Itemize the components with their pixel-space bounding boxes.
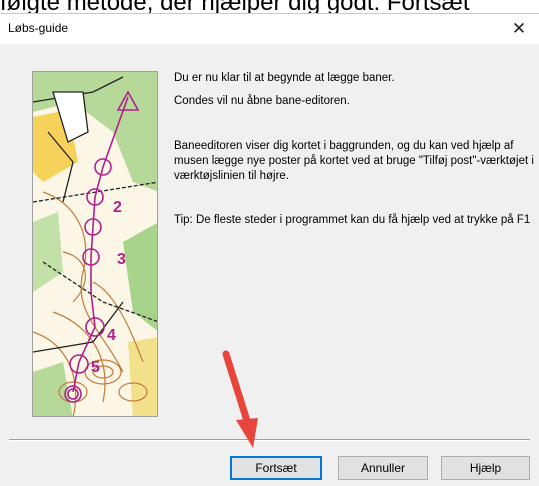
- map-svg: 2 3 4 5: [33, 72, 157, 416]
- continue-button[interactable]: Fortsæt: [230, 456, 322, 480]
- map-control-label: 4: [107, 327, 116, 344]
- cancel-button[interactable]: Annuller: [338, 456, 428, 480]
- help-button[interactable]: Hjælp: [441, 456, 530, 480]
- editor-description: Baneeditoren viser dig kortet i baggrund…: [174, 140, 534, 182]
- editor-open-line: Condes vil nu åbne bane-editoren.: [174, 95, 350, 107]
- title-bar: Løbs-guide ✕: [0, 14, 539, 44]
- map-control-label: 2: [113, 199, 122, 216]
- close-button[interactable]: ✕: [499, 14, 539, 44]
- orienteering-map-image: 2 3 4 5: [32, 71, 158, 417]
- window-title: Løbs-guide: [8, 21, 69, 35]
- dialog-window: Løbs-guide ✕ 2 3 4 5 Du er nu klar til a…: [0, 13, 539, 486]
- button-separator: [9, 439, 530, 441]
- close-icon: ✕: [511, 19, 527, 39]
- map-control-label: 5: [91, 359, 100, 376]
- intro-line: Du er nu klar til at begynde at lægge ba…: [174, 72, 395, 84]
- map-control-label: 3: [117, 251, 126, 268]
- tip-text: Tip: De fleste steder i programmet kan d…: [174, 214, 531, 226]
